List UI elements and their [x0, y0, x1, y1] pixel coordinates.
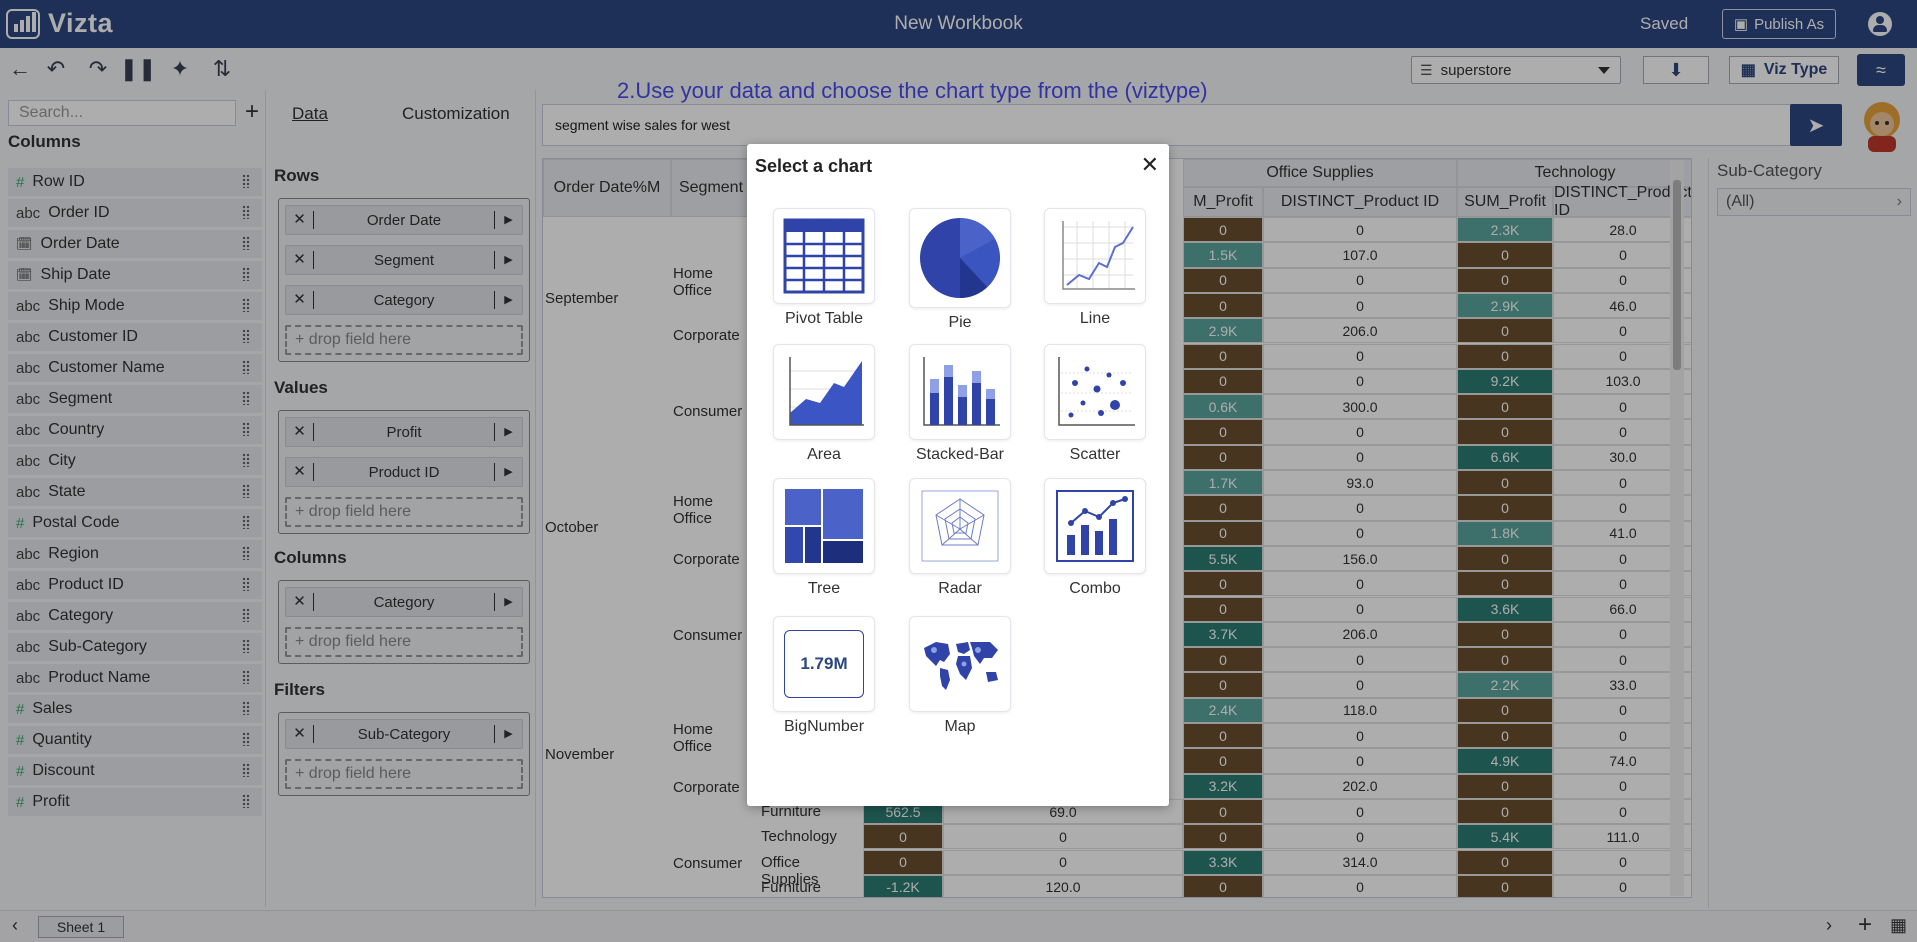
- close-icon[interactable]: ✕: [1141, 152, 1159, 178]
- line-chart-icon: [1044, 208, 1146, 304]
- treemap-chart-icon: [773, 478, 875, 574]
- chart-option-pivot-table[interactable]: Pivot Table: [769, 208, 879, 328]
- chart-option-map[interactable]: Map: [905, 616, 1015, 736]
- chart-option-combo[interactable]: Combo: [1040, 478, 1150, 598]
- chart-option-label: BigNumber: [783, 718, 865, 735]
- chart-option-label: Stacked-Bar: [915, 446, 1005, 463]
- chart-option-area[interactable]: Area: [769, 344, 879, 464]
- chart-option-line[interactable]: Line: [1040, 208, 1150, 328]
- radar-chart-icon: [909, 478, 1011, 574]
- chart-option-label: Pivot Table: [785, 310, 863, 327]
- big-number-icon: 1.79M: [773, 616, 875, 712]
- chart-option-scatter[interactable]: Scatter: [1040, 344, 1150, 464]
- scatter-chart-icon: [1044, 344, 1146, 440]
- chart-option-label: Tree: [807, 580, 841, 597]
- combo-chart-icon: [1044, 478, 1146, 574]
- chart-option-radar[interactable]: Radar: [905, 478, 1015, 598]
- pivot-table-icon: [773, 208, 875, 304]
- chart-option-stacked-bar[interactable]: Stacked-Bar: [905, 344, 1015, 464]
- chart-option-bignumber[interactable]: 1.79M BigNumber: [769, 616, 879, 736]
- chart-option-label: Combo: [1069, 580, 1121, 597]
- dialog-title: Select a chart: [755, 156, 873, 176]
- chart-option-label: Map: [944, 718, 976, 735]
- chart-option-label: Area: [807, 446, 841, 463]
- chart-option-pie[interactable]: Pie: [905, 208, 1015, 332]
- chart-option-label: Line: [1079, 310, 1111, 327]
- big-number-sample: 1.79M: [784, 630, 864, 698]
- chart-option-label: Radar: [938, 580, 982, 597]
- chart-option-label: Pie: [948, 314, 972, 331]
- chart-option-tree[interactable]: Tree: [769, 478, 879, 598]
- world-map-icon: [909, 616, 1011, 712]
- chart-option-label: Scatter: [1069, 446, 1121, 463]
- stacked-bar-chart-icon: [909, 344, 1011, 440]
- select-chart-dialog: Select a chart ✕ Pivot Table Pie Line Ar…: [747, 144, 1169, 806]
- pie-chart-icon: [909, 208, 1011, 308]
- area-chart-icon: [773, 344, 875, 440]
